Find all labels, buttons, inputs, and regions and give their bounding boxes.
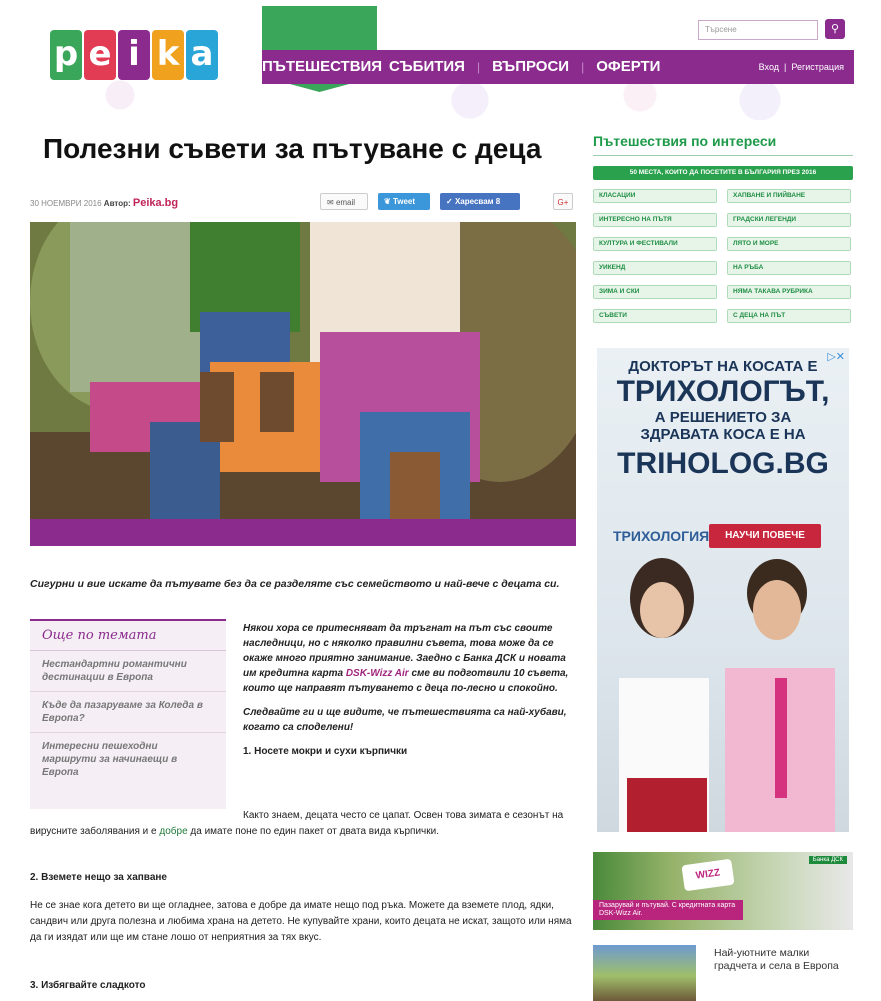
sidebar-title: Пътешествия по интереси <box>593 133 777 149</box>
dsk-wizz-link[interactable]: DSK-Wizz Air <box>346 668 409 679</box>
tag-item[interactable]: С ДЕЦА НА ПЪТ <box>727 309 851 323</box>
banner-text: Пазарувай и пътувай. С кредитната карта … <box>593 900 743 920</box>
login-link[interactable]: Вход <box>759 62 779 72</box>
tag-item[interactable]: НА РЪБА <box>727 261 851 275</box>
hero-caption-bar <box>30 519 576 546</box>
share-tweet-button[interactable]: ❦ Tweet <box>378 193 430 210</box>
tag-item[interactable]: КУЛТУРА И ФЕСТИВАЛИ <box>593 237 717 251</box>
step-heading: 3. Избягвайте сладкото <box>30 980 146 991</box>
article-body-right: Някои хора се притесняват да тръгнат на … <box>243 621 575 767</box>
paragraph-text: да имате поне по един пакет от двата вид… <box>187 826 440 837</box>
nav-item-travel[interactable]: ПЪТЕШЕСТВИЯ <box>262 50 382 84</box>
auth-links: Вход | Регистрация <box>758 62 844 72</box>
logo-letter: p <box>50 30 82 80</box>
ad-people-illustration <box>619 558 835 832</box>
site-logo[interactable]: p e i k a <box>50 30 218 80</box>
share-gplus-button[interactable]: G+ <box>553 193 573 210</box>
related-item[interactable]: Интересни пешеходни маршрути за начинаещ… <box>30 733 226 786</box>
logo-letter: e <box>84 30 116 80</box>
tag-item[interactable]: ХАПВАНЕ И ПИЙВАНЕ <box>727 189 851 203</box>
nav-item-offers[interactable]: ОФЕРТИ <box>584 50 672 84</box>
hero-image <box>30 222 576 519</box>
step-heading: 1. Носете мокри и сухи кърпички <box>243 746 408 757</box>
article-paragraph: Както знаем, децата често се цапат. Осве… <box>30 808 575 840</box>
logo-letter: i <box>118 30 150 80</box>
article-paragraph: Не се знае кога детето ви ще огладнее, з… <box>30 900 572 943</box>
article-paragraph: Някои хора се притесняват да тръгнат на … <box>243 621 575 696</box>
author-link[interactable]: Peika.bg <box>133 197 178 209</box>
promo-banner[interactable]: Банка ДСК WIZZ Пазарувай и пътувай. С кр… <box>593 852 853 930</box>
share-like-button[interactable]: ✓ Харесвам 8 <box>440 193 520 210</box>
main-nav: ПЪТЕШЕСТВИЯ СЪБИТИЯ | ВЪПРОСИ | ОФЕРТИ В… <box>262 50 854 84</box>
search-input[interactable]: Търсене <box>698 20 818 40</box>
related-item[interactable]: Къде да пазаруваме за Коледа в Европа? <box>30 692 226 733</box>
nav-item-questions[interactable]: ВЪПРОСИ <box>480 50 581 84</box>
search-button[interactable]: ⚲ <box>825 19 845 39</box>
tag-item[interactable]: НЯМА ТАКАВА РУБРИКА <box>727 285 851 299</box>
related-thumb-image[interactable] <box>593 945 696 1001</box>
bank-logo: Банка ДСК <box>808 856 847 864</box>
tag-item[interactable]: КЛАСАЦИИ <box>593 189 717 203</box>
share-like-label: Харесвам 8 <box>454 197 501 206</box>
step-heading: 2. Вземете нещо за хапване <box>30 872 167 883</box>
article-title: Полезни съвети за пътуване с деца <box>43 133 542 164</box>
tag-item[interactable]: ЛЯТО И МОРЕ <box>727 237 851 251</box>
related-thumb-title[interactable]: Най-уютните малки градчета и села в Евро… <box>714 947 844 973</box>
article-paragraph: Следвайте ги и ще видите, че пътешествия… <box>243 707 567 733</box>
share-email-button[interactable]: ✉ email <box>320 193 368 210</box>
tag-item[interactable]: СЪВЕТИ <box>593 309 717 323</box>
nav-item-events[interactable]: СЪБИТИЯ <box>377 50 477 84</box>
article-meta: 30 НОЕМВРИ 2016 Автор: Peika.bg <box>30 197 178 209</box>
register-link[interactable]: Регистрация <box>791 62 844 72</box>
logo-letter: a <box>186 30 218 80</box>
ad-banner[interactable]: ▷✕ ДОКТОРЪТ НА КОСАТА Е ТРИХОЛОГЪТ, А РЕ… <box>597 348 849 832</box>
wizz-card-logo: WIZZ <box>681 858 735 892</box>
share-tweet-label: Tweet <box>392 197 416 206</box>
inline-link[interactable]: добре <box>159 826 187 837</box>
tag-item[interactable]: ИНТЕРЕСНО НА ПЪТЯ <box>593 213 717 227</box>
tag-item[interactable]: УИКЕНД <box>593 261 717 275</box>
divider <box>593 155 853 156</box>
related-title: Още по темата <box>30 621 226 651</box>
article-lead: Сигурни и вие искате да пътувате без да … <box>30 578 560 590</box>
logo-letter: k <box>152 30 184 80</box>
hero-illustration <box>30 222 576 519</box>
article-date: 30 НОЕМВРИ 2016 <box>30 199 102 208</box>
share-email-label: email <box>335 198 356 207</box>
tag-featured[interactable]: 50 МЕСТА, КОИТО ДА ПОСЕТИТЕ В БЪЛГАРИЯ П… <box>593 166 853 180</box>
tag-item[interactable]: ЗИМА И СКИ <box>593 285 717 299</box>
related-item[interactable]: Нестандартни романтични дестинации в Евр… <box>30 651 226 692</box>
author-label: Автор: <box>103 199 131 208</box>
related-box: Още по темата Нестандартни романтични де… <box>30 619 226 809</box>
search-icon: ⚲ <box>830 23 840 35</box>
tag-item[interactable]: ГРАДСКИ ЛЕГЕНДИ <box>727 213 851 227</box>
